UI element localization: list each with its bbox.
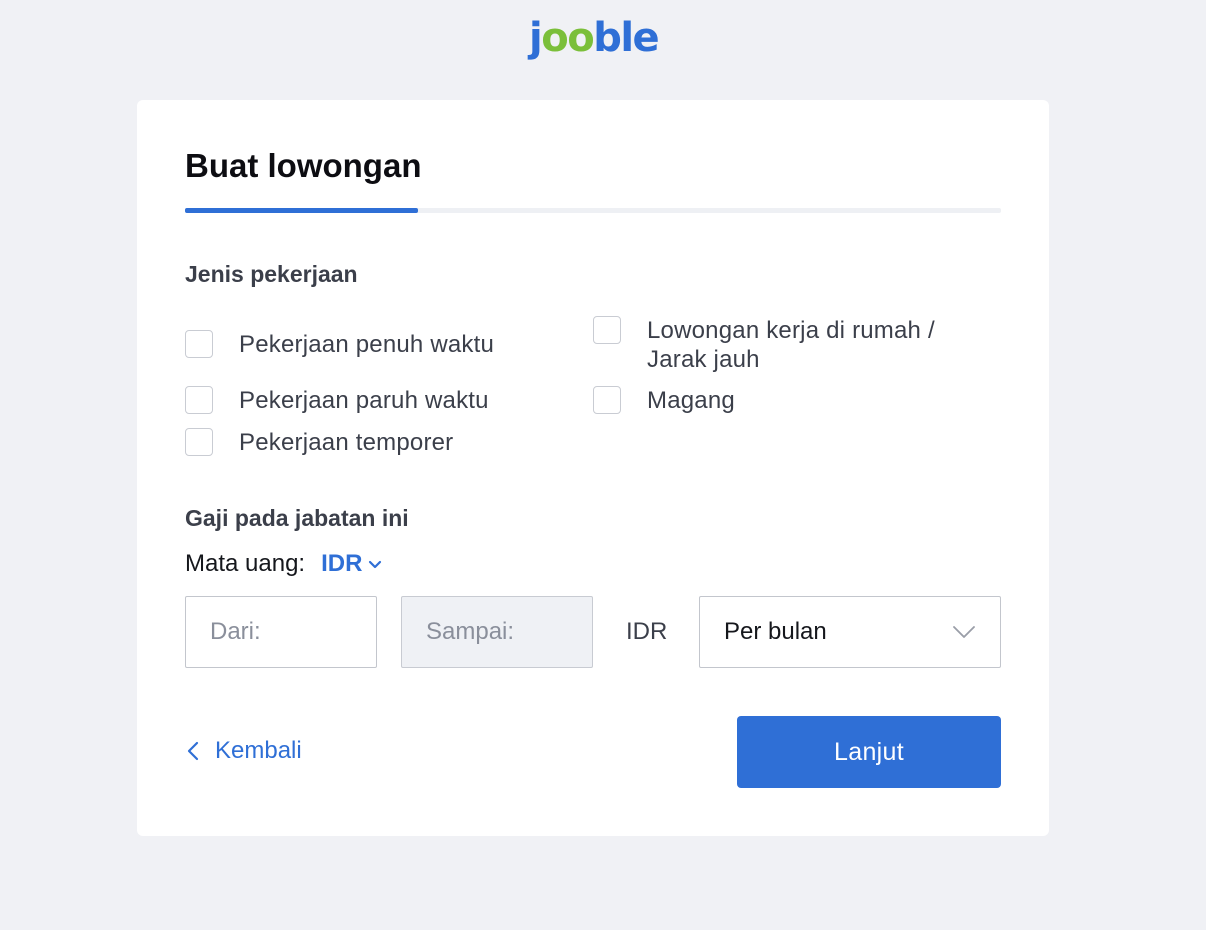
salary-period-value: Per bulan xyxy=(724,618,827,645)
jooble-logo[interactable]: jooble xyxy=(529,14,660,62)
job-type-option-label: Magang xyxy=(647,387,735,414)
salary-heading: Gaji pada jabatan ini xyxy=(185,505,409,531)
job-type-option-label: Pekerjaan paruh waktu xyxy=(239,387,489,414)
currency-row: Mata uang: IDR xyxy=(185,550,382,578)
create-vacancy-card: Buat lowongan Jenis pekerjaan Pekerjaan … xyxy=(137,100,1049,836)
job-type-option-full-time[interactable]: Pekerjaan penuh waktu xyxy=(185,330,565,359)
checkbox[interactable] xyxy=(593,386,621,414)
currency-dropdown[interactable]: IDR xyxy=(321,550,382,578)
salary-from-input[interactable] xyxy=(185,596,377,668)
job-type-heading: Jenis pekerjaan xyxy=(185,261,358,287)
currency-label: Mata uang: xyxy=(185,550,306,577)
job-type-option-temporary[interactable]: Pekerjaan temporer xyxy=(185,428,565,457)
checkbox[interactable] xyxy=(185,386,213,414)
salary-to-input[interactable] xyxy=(401,596,593,668)
checkbox[interactable] xyxy=(593,316,621,344)
back-link[interactable]: Kembali xyxy=(187,736,302,766)
job-type-option-label: Pekerjaan temporer xyxy=(239,429,454,456)
progress-bar xyxy=(185,208,1001,213)
job-type-option-label: Pekerjaan penuh waktu xyxy=(239,331,495,358)
salary-period-select[interactable]: Per bulan xyxy=(699,596,1001,668)
back-link-label: Kembali xyxy=(215,737,302,764)
chevron-down-icon xyxy=(953,626,975,638)
chevron-left-icon xyxy=(187,741,199,761)
salary-currency-unit: IDR xyxy=(626,618,668,645)
job-type-option-internship[interactable]: Magang xyxy=(593,386,963,415)
job-type-option-part-time[interactable]: Pekerjaan paruh waktu xyxy=(185,386,565,415)
currency-value: IDR xyxy=(321,550,363,577)
job-type-option-remote[interactable]: Lowongan kerja di rumah / Jarak jauh xyxy=(593,316,963,374)
checkbox[interactable] xyxy=(185,428,213,456)
next-button[interactable]: Lanjut xyxy=(737,716,1001,788)
chevron-down-icon xyxy=(369,560,382,569)
page-title: Buat lowongan xyxy=(185,147,422,184)
job-type-option-label: Lowongan kerja di rumah / Jarak jauh xyxy=(647,317,935,373)
checkbox[interactable] xyxy=(185,330,213,358)
progress-bar-fill xyxy=(185,208,419,213)
